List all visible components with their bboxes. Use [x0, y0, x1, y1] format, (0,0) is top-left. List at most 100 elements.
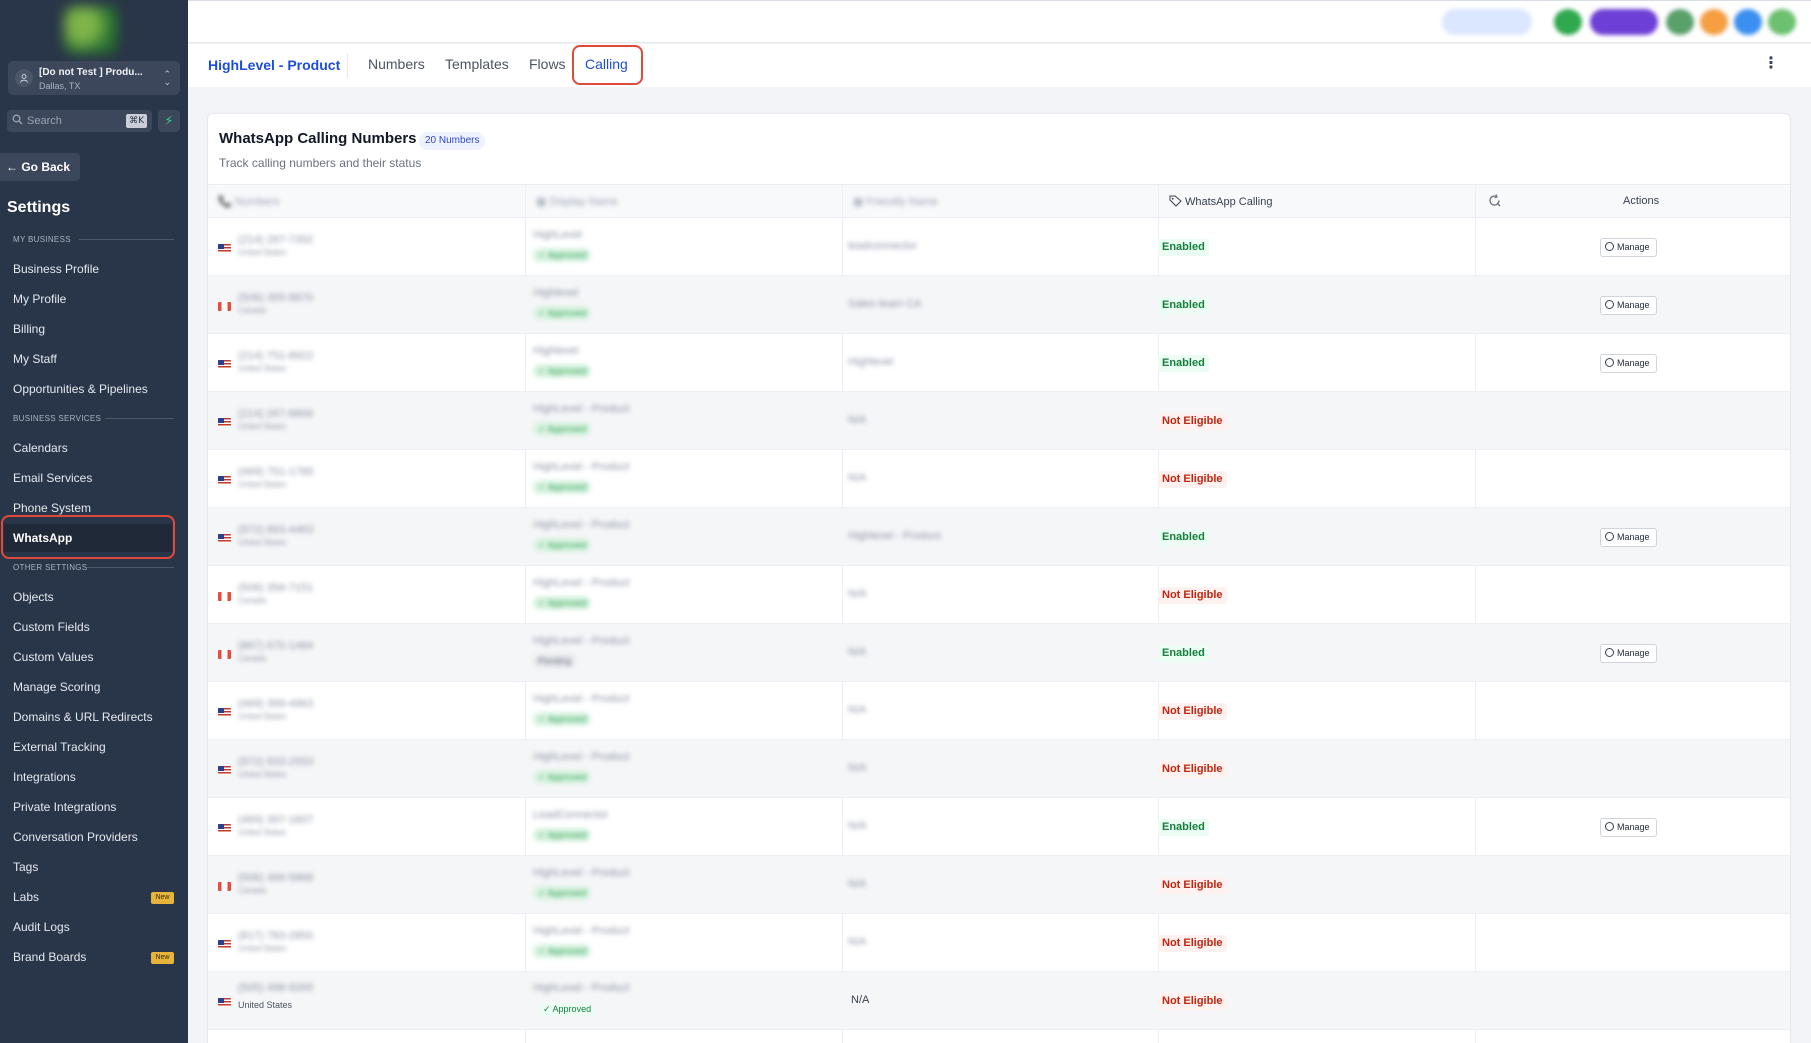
us-flag-icon: [218, 418, 231, 427]
section-my-business: MY BUSINESS: [13, 235, 174, 244]
friendly-name: N/A: [851, 994, 870, 1006]
friendly-name-blurred: N/A: [848, 704, 867, 716]
sidebar-item-tags[interactable]: Tags: [13, 860, 38, 874]
sidebar-item-audit-logs[interactable]: Audit Logs: [13, 920, 70, 934]
table-row[interactable]: (214) 751-8922 United States Highlevel ✓ …: [208, 334, 1790, 392]
manage-button[interactable]: Manage: [1600, 644, 1657, 663]
header-button-blurred[interactable]: [1590, 9, 1658, 35]
account-switcher[interactable]: [Do not Test ] Produ... Dallas, TX ⌃ ⌄: [8, 61, 180, 95]
us-flag-icon: [218, 360, 231, 369]
sidebar-item-integrations[interactable]: Integrations: [13, 770, 76, 784]
tab-flows[interactable]: Flows: [529, 56, 566, 72]
go-back-label: Go Back: [21, 160, 71, 174]
template-status-blurred: ✓ Approved: [533, 422, 592, 436]
template-status-blurred: ✓ Approved: [533, 944, 592, 958]
divider: [347, 54, 348, 78]
manage-button[interactable]: Manage: [1600, 354, 1657, 373]
header-icon-blurred[interactable]: [1700, 9, 1728, 35]
header-icon-blurred[interactable]: [1666, 9, 1694, 35]
account-avatar: [15, 69, 33, 87]
table-row[interactable]: (214) 267-7352 United States HighLevel ✓ …: [208, 218, 1790, 276]
table-row[interactable]: (505) 498-9265 United States HighLevel -…: [208, 972, 1790, 1030]
manage-button[interactable]: Manage: [1600, 296, 1657, 315]
account-location: Dallas, TX: [39, 81, 81, 91]
more-options-icon[interactable]: ⋮: [1763, 56, 1779, 72]
manage-button[interactable]: Manage: [1600, 528, 1657, 547]
phone-number-blurred: (972) 893-4463 United States: [238, 524, 314, 547]
phone-number-blurred: (867) 670-1484 Canada: [238, 640, 314, 663]
status-badge: Enabled: [1158, 645, 1209, 662]
refresh-icon[interactable]: [1487, 193, 1502, 211]
section-business-services: BUSINESS SERVICES: [13, 414, 174, 423]
column-header-numbers-blurred: 📞 Numbers: [218, 196, 280, 208]
table-row[interactable]: (214) 267-6806 United States HighLevel - …: [208, 392, 1790, 450]
phone-number-blurred: (972) 833-2553 United States: [238, 756, 314, 779]
sidebar-item-business-profile[interactable]: Business Profile: [13, 262, 99, 276]
manage-button[interactable]: Manage: [1600, 238, 1657, 257]
section-divider: [79, 239, 174, 240]
table-row[interactable]: (867) 670-1484 Canada HighLevel - Product…: [208, 624, 1790, 682]
display-name-blurred: HighLevel - Product: [533, 403, 630, 415]
sidebar-item-manage-scoring[interactable]: Manage Scoring: [13, 680, 100, 694]
sidebar-item-objects[interactable]: Objects: [13, 590, 54, 604]
sidebar-item-domains[interactable]: Domains & URL Redirects: [13, 710, 153, 724]
table-row[interactable]: (817) 783-2850 United States HighLevel - …: [208, 914, 1790, 972]
table-row[interactable]: (469) 399-4963 United States HighLevel - …: [208, 682, 1790, 740]
header-link-blurred[interactable]: [1442, 9, 1532, 35]
column-header-display-blurred: ▦ Friendly Name: [853, 196, 938, 208]
manage-label: Manage: [1617, 242, 1650, 252]
table-row[interactable]: (469) 397-1807 United States LeadConnecto…: [208, 798, 1790, 856]
new-badge: New: [151, 952, 174, 964]
go-back-button[interactable]: ← Go Back: [0, 153, 80, 181]
sidebar-item-email-services[interactable]: Email Services: [13, 471, 92, 485]
us-flag-icon: [218, 476, 231, 485]
manage-button[interactable]: Manage: [1600, 818, 1657, 837]
us-flag-icon: [218, 998, 231, 1007]
sidebar-item-labs[interactable]: Labs: [13, 890, 39, 904]
phone-number-blurred: (214) 751-8922 United States: [238, 350, 314, 373]
header-icon-blurred[interactable]: [1554, 9, 1582, 35]
quick-action-bolt-icon[interactable]: ⚡: [158, 110, 180, 132]
card-subtitle: Track calling numbers and their status: [219, 156, 422, 170]
sidebar-item-brand-boards[interactable]: Brand Boards: [13, 950, 86, 964]
table-header: 📞 Numbers ▦ Display Name ▦ Friendly Name…: [208, 184, 1790, 218]
sidebar-item-opportunities[interactable]: Opportunities & Pipelines: [13, 382, 148, 396]
us-flag-icon: [218, 708, 231, 717]
section-other-settings: OTHER SETTINGS: [13, 563, 174, 572]
brand-name[interactable]: HighLevel - Product: [208, 57, 340, 73]
table-row[interactable]: (506) 356-7151 Canada HighLevel - Product…: [208, 566, 1790, 624]
friendly-name-blurred: N/A: [848, 820, 867, 832]
sidebar-item-custom-fields[interactable]: Custom Fields: [13, 620, 90, 634]
tab-templates[interactable]: Templates: [445, 56, 509, 72]
header-icon-blurred[interactable]: [1734, 9, 1762, 35]
sidebar-item-private-integrations[interactable]: Private Integrations: [13, 800, 116, 814]
table-row[interactable]: (506) 355-8870 Canada Highlevel ✓ Approve…: [208, 276, 1790, 334]
manage-label: Manage: [1617, 532, 1650, 542]
friendly-name-blurred: leadconnector: [848, 240, 918, 252]
card-title: WhatsApp Calling Numbers: [219, 130, 417, 147]
template-status-blurred: ✓ Approved: [533, 248, 592, 262]
sidebar-item-billing[interactable]: Billing: [13, 322, 45, 336]
sidebar-item-phone-system[interactable]: Phone System: [13, 501, 91, 515]
friendly-name-blurred: Sales team CA: [848, 298, 922, 310]
sidebar-item-external-tracking[interactable]: External Tracking: [13, 740, 106, 754]
table-row[interactable]: (469) 751-1789 United States HighLevel - …: [208, 450, 1790, 508]
phone-number-blurred: (214) 267-7352 United States: [238, 234, 314, 257]
display-name-blurred: Highlevel: [533, 345, 579, 357]
display-name-blurred: HighLevel - Product: [533, 577, 630, 589]
sidebar-item-calendars[interactable]: Calendars: [13, 441, 68, 455]
column-header-name-blurred: ▦ Display Name: [536, 196, 618, 208]
template-status-blurred: ✓ Approved: [533, 828, 592, 842]
tab-numbers[interactable]: Numbers: [368, 56, 425, 72]
sidebar-item-conversation-providers[interactable]: Conversation Providers: [13, 830, 138, 844]
search-shortcut: ⌘K: [126, 114, 147, 128]
table-row[interactable]: (506) 466-5868 Canada HighLevel - Product…: [208, 856, 1790, 914]
sidebar-item-my-staff[interactable]: My Staff: [13, 352, 57, 366]
table-row[interactable]: (972) 833-2553 United States HighLevel - …: [208, 740, 1790, 798]
search-input[interactable]: Search ⌘K: [7, 110, 152, 132]
table-row[interactable]: (972) 893-4463 United States HighLevel - …: [208, 508, 1790, 566]
us-flag-icon: [218, 534, 231, 543]
sidebar-item-my-profile[interactable]: My Profile: [13, 292, 66, 306]
sidebar-item-custom-values[interactable]: Custom Values: [13, 650, 93, 664]
user-avatar[interactable]: [1768, 9, 1796, 35]
